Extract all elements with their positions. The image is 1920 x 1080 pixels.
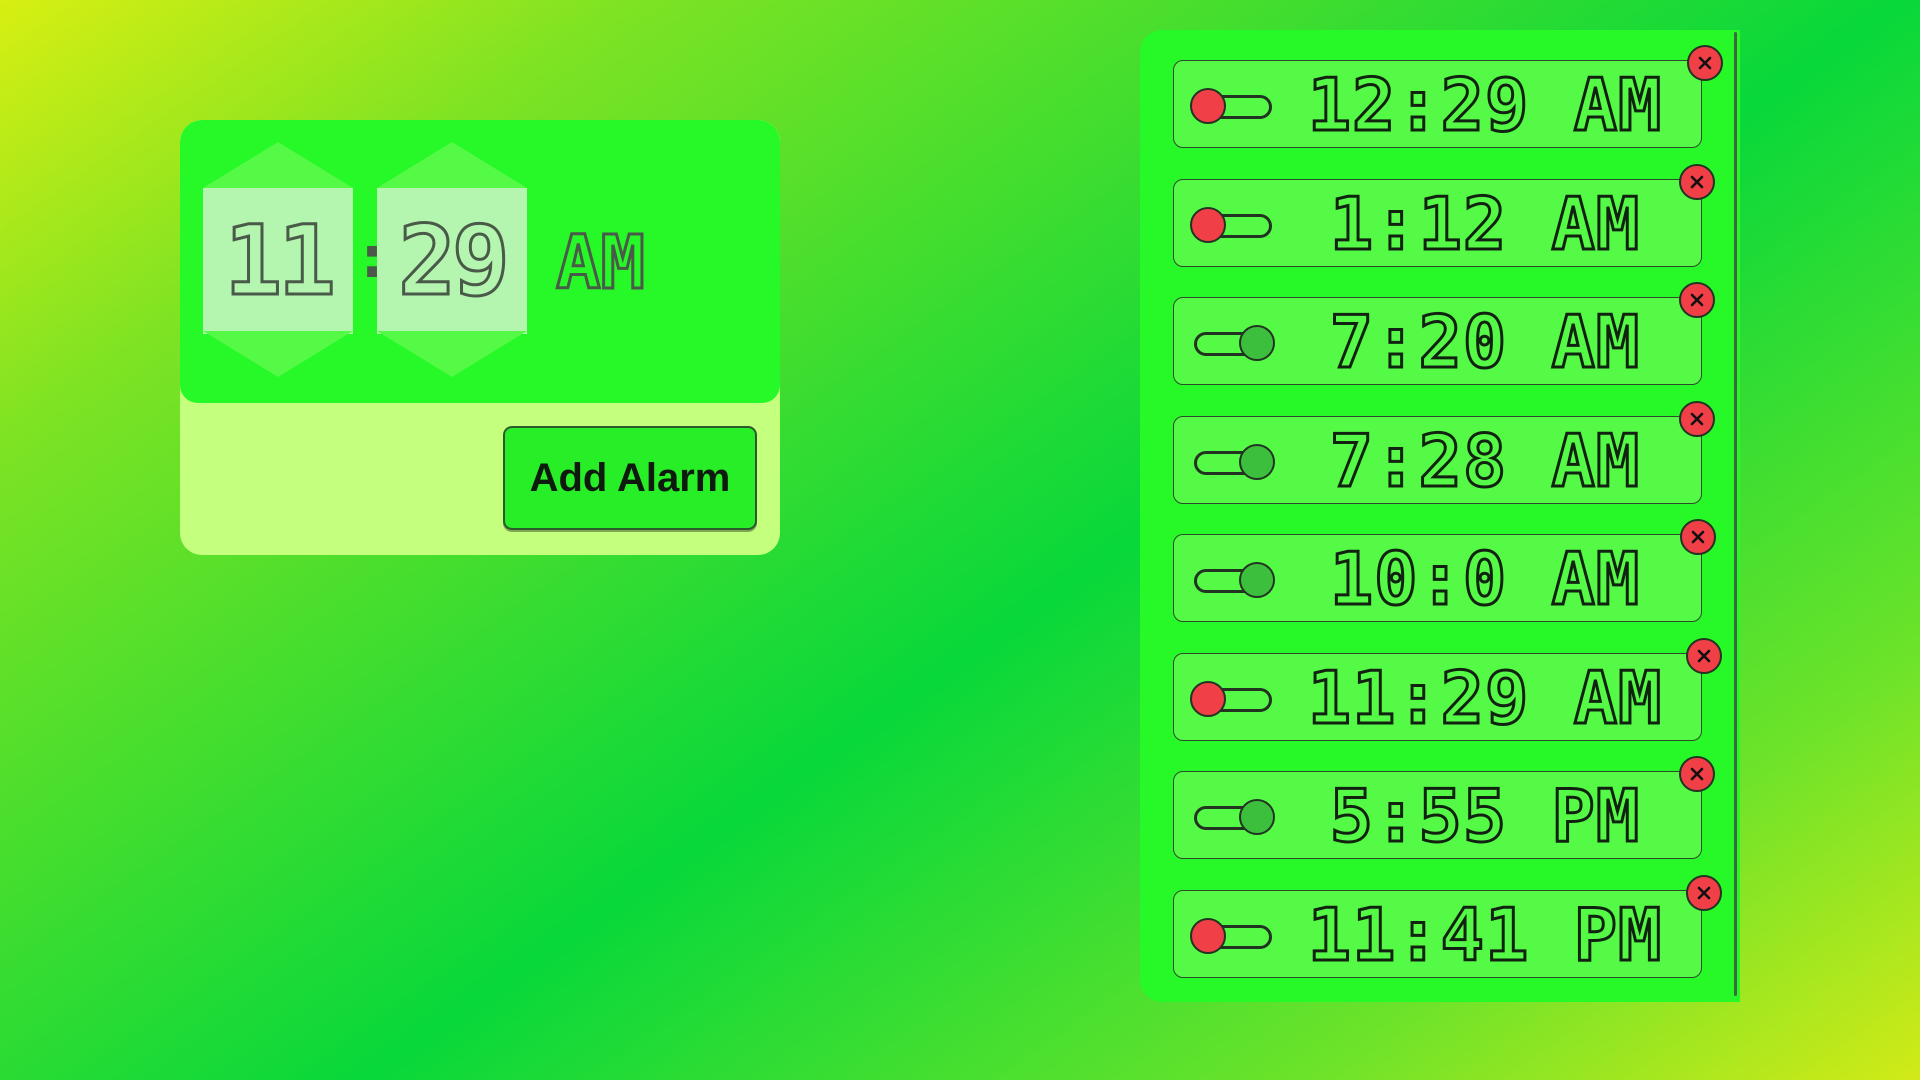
- hour-spinner[interactable]: 11: [203, 142, 353, 377]
- alarm-row: 10:0 AM: [1173, 519, 1716, 622]
- close-icon: [1690, 412, 1704, 425]
- minute-value[interactable]: 29: [377, 188, 527, 334]
- minute-increment-arrow[interactable]: [377, 142, 527, 188]
- close-icon: [1697, 886, 1711, 899]
- scrollbar[interactable]: [1734, 32, 1737, 996]
- toggle-knob[interactable]: [1190, 206, 1226, 243]
- close-icon: [1690, 175, 1704, 188]
- delete-alarm-button[interactable]: [1679, 163, 1715, 200]
- hour-value[interactable]: 11: [203, 188, 353, 334]
- alarm-time: 7:28 AM: [1328, 418, 1641, 503]
- alarm-time: 11:41 PM: [1306, 892, 1663, 977]
- alarm-time: 5:55 PM: [1328, 774, 1641, 858]
- alarm-time: 7:20 AM: [1328, 300, 1641, 384]
- alarm-list-panel: 12:29 AM 1:12 AM 7:20 AM 7:28 AM 10:0 AM 11:2…: [1140, 30, 1740, 1002]
- alarm-enable-toggle[interactable]: [1194, 325, 1275, 361]
- toggle-knob[interactable]: [1190, 88, 1226, 124]
- alarm-enable-toggle[interactable]: [1190, 206, 1272, 243]
- delete-alarm-button[interactable]: [1679, 400, 1715, 437]
- alarm-row: 11:41 PM: [1173, 874, 1722, 978]
- alarm-enable-toggle[interactable]: [1190, 88, 1272, 124]
- close-icon: [1690, 767, 1704, 781]
- close-icon: [1691, 530, 1705, 544]
- alarm-time: 12:29 AM: [1306, 63, 1663, 147]
- close-icon: [1698, 56, 1712, 70]
- alarm-enable-toggle[interactable]: [1194, 799, 1275, 835]
- delete-alarm-button[interactable]: [1679, 756, 1715, 792]
- hour-decrement-arrow[interactable]: [203, 331, 353, 377]
- delete-alarm-button[interactable]: [1686, 637, 1722, 674]
- alarm-enable-toggle[interactable]: [1194, 562, 1275, 598]
- alarm-row: 7:20 AM: [1173, 282, 1715, 385]
- minute-decrement-arrow[interactable]: [377, 331, 527, 377]
- alarm-row: 1:12 AM: [1173, 163, 1715, 267]
- time-picker: 11 : 29 AM: [180, 120, 780, 403]
- toggle-knob[interactable]: [1190, 917, 1226, 954]
- delete-alarm-button[interactable]: [1679, 282, 1715, 318]
- alarm-row: 5:55 PM: [1173, 756, 1715, 859]
- close-icon: [1697, 649, 1711, 662]
- alarm-time: 1:12 AM: [1328, 181, 1641, 266]
- alarm-enable-toggle[interactable]: [1194, 443, 1275, 480]
- delete-alarm-button[interactable]: [1687, 45, 1723, 81]
- period-toggle[interactable]: AM: [554, 219, 646, 308]
- alarm-enable-toggle[interactable]: [1190, 680, 1272, 717]
- alarm-picker-card: 11 : 29 AM Add Alarm: [180, 120, 780, 555]
- alarm-time: 10:0 AM: [1328, 537, 1641, 621]
- alarm-time: 11:29 AM: [1306, 655, 1663, 740]
- alarm-enable-toggle[interactable]: [1190, 917, 1272, 954]
- delete-alarm-button[interactable]: [1680, 519, 1716, 555]
- close-icon: [1690, 293, 1704, 307]
- delete-alarm-button[interactable]: [1686, 874, 1722, 911]
- minute-spinner[interactable]: 29: [377, 142, 527, 377]
- add-alarm-button[interactable]: Add Alarm: [503, 426, 757, 530]
- alarm-row: 12:29 AM: [1173, 45, 1723, 148]
- alarm-row: 11:29 AM: [1173, 637, 1722, 741]
- alarm-row: 7:28 AM: [1173, 400, 1715, 504]
- toggle-knob[interactable]: [1190, 680, 1226, 717]
- hour-increment-arrow[interactable]: [203, 142, 353, 188]
